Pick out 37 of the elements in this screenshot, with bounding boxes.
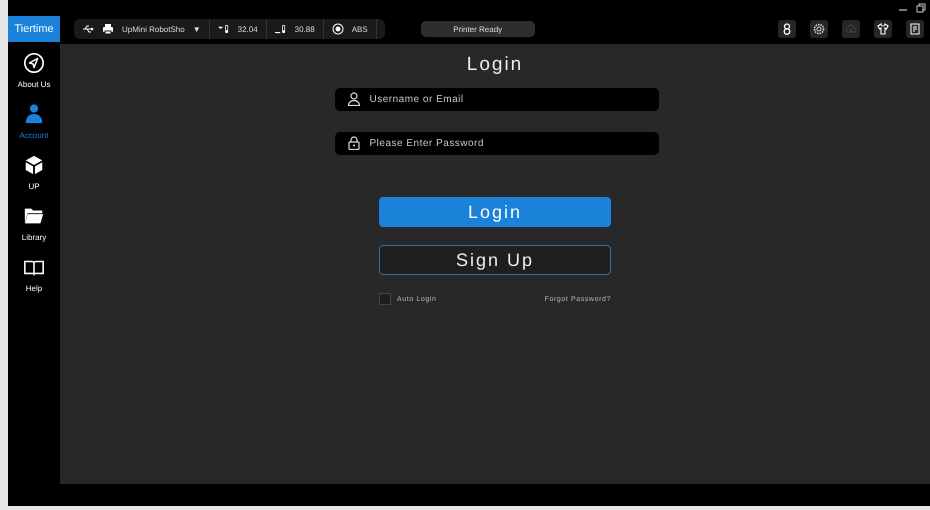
bed-temperature-icon: [274, 23, 287, 35]
material-label: ABS: [352, 24, 368, 34]
sidebar-item[interactable]: Account: [20, 103, 48, 140]
settings-icon[interactable]: [813, 23, 825, 35]
dropdown-caret[interactable]: ▼: [192, 24, 201, 34]
filament-icon: [332, 23, 344, 35]
sidebar-item[interactable]: Library: [22, 205, 46, 242]
login-button[interactable]: Login: [379, 197, 611, 227]
account-icon[interactable]: [781, 23, 793, 35]
sidebar-item[interactable]: UP: [23, 154, 45, 191]
sidebar-item[interactable]: About Us: [18, 52, 50, 89]
printer-icon: [102, 23, 114, 35]
shirt-icon[interactable]: [877, 23, 889, 35]
username-field[interactable]: Username or Email: [334, 88, 658, 111]
checkbox[interactable]: [379, 293, 391, 305]
send-icon: [23, 52, 45, 74]
nozzle-temperature-icon: [218, 23, 230, 35]
report-icon[interactable]: [909, 23, 921, 35]
report-button[interactable]: [906, 20, 924, 38]
bed-temperature: 30.88: [294, 24, 315, 34]
lock-icon: [346, 136, 360, 150]
sidebar-item[interactable]: Help: [23, 256, 45, 293]
sign-up-button[interactable]: Sign Up: [379, 245, 611, 275]
usb-icon: [82, 23, 94, 35]
user-icon: [23, 103, 45, 125]
account-button[interactable]: [778, 20, 796, 38]
printer-status: Printer Ready: [420, 21, 535, 37]
user-icon: [346, 92, 360, 106]
nozzle-temperature: 32.04: [238, 24, 258, 34]
cube-icon: [23, 154, 45, 176]
page-title: Login: [466, 54, 524, 76]
logo: Tiertime: [8, 16, 60, 42]
printer-name[interactable]: UpMini RobotSho: [122, 24, 185, 34]
password-field[interactable]: Please Enter Password: [334, 132, 658, 155]
settings-button[interactable]: [810, 20, 828, 38]
shirt-button[interactable]: [874, 20, 892, 38]
restore-icon[interactable]: [916, 3, 926, 13]
